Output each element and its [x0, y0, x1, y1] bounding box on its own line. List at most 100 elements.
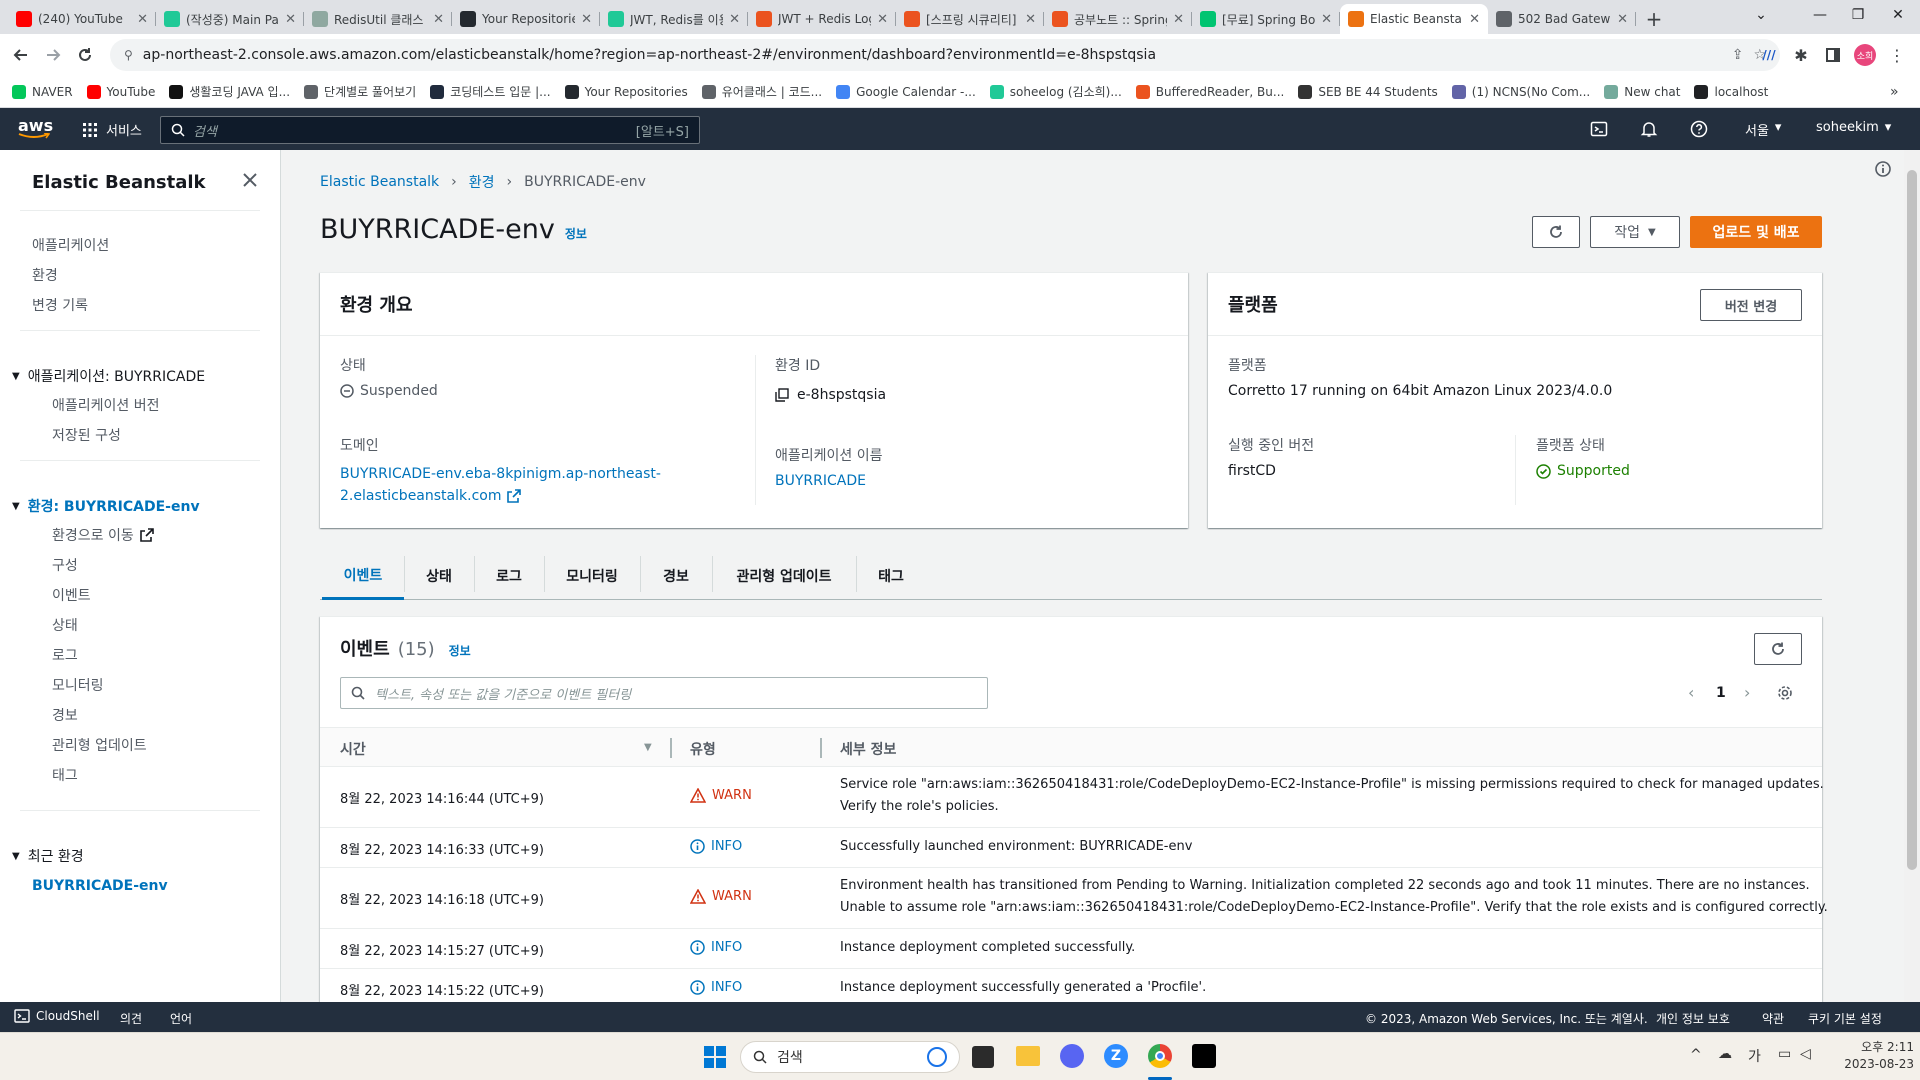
- breadcrumb-link-eb[interactable]: Elastic Beanstalk: [320, 174, 439, 190]
- tab-close-icon[interactable]: ✕: [581, 12, 592, 27]
- tab-close-icon[interactable]: ✕: [1469, 12, 1480, 27]
- discord-icon[interactable]: [1060, 1044, 1084, 1068]
- sidebar-item-go-to-env[interactable]: 환경으로 이동: [52, 525, 154, 545]
- tab-close-icon[interactable]: ✕: [1173, 12, 1184, 27]
- tab-events[interactable]: 이벤트: [322, 552, 404, 600]
- breadcrumb-link-environments[interactable]: 환경: [469, 172, 495, 192]
- tab-alarms[interactable]: 경보: [640, 552, 712, 600]
- tab-close-icon[interactable]: ✕: [433, 12, 444, 27]
- scrollbar[interactable]: [1904, 150, 1920, 1002]
- sidebar-item-app-versions[interactable]: 애플리케이션 버전: [52, 395, 160, 415]
- settings-gear-icon[interactable]: [1776, 684, 1794, 702]
- app-group-toggle[interactable]: ▼ 애플리케이션: BUYRRICADE: [12, 366, 205, 386]
- browser-tab[interactable]: [무료] Spring Boot ✕: [1192, 4, 1340, 34]
- sidebar-item-logs[interactable]: 로그: [52, 645, 78, 665]
- tab-close-icon[interactable]: ✕: [729, 12, 740, 27]
- windows-start-icon[interactable]: [704, 1046, 726, 1068]
- tray-chevron-icon[interactable]: ^: [1690, 1047, 1702, 1063]
- language-link[interactable]: 언어: [170, 1010, 192, 1027]
- browser-tab[interactable]: Elastic Beanstalk ✕: [1340, 4, 1488, 34]
- tab-logs[interactable]: 로그: [474, 552, 544, 600]
- services-menu[interactable]: 서비스: [82, 120, 142, 139]
- ime-indicator[interactable]: 가: [1748, 1046, 1761, 1066]
- bookmark-item[interactable]: 코딩테스트 입문 |...: [430, 83, 551, 100]
- browser-tab[interactable]: 502 Bad Gateway ✕: [1488, 4, 1636, 34]
- share-icon[interactable]: ⇪: [1732, 47, 1744, 63]
- sidebar-item-health[interactable]: 상태: [52, 615, 78, 635]
- bookmark-item[interactable]: BufferedReader, Bu...: [1135, 84, 1284, 99]
- prev-page-icon[interactable]: ‹: [1688, 683, 1694, 702]
- site-info-icon[interactable]: ⚲: [124, 48, 133, 62]
- sidebar-item-monitoring[interactable]: 모니터링: [52, 675, 104, 695]
- close-sidebar-icon[interactable]: [242, 172, 258, 188]
- sidebar-item-saved-configs[interactable]: 저장된 구성: [52, 425, 121, 445]
- tab-close-icon[interactable]: ✕: [877, 12, 888, 27]
- column-resizer[interactable]: [670, 738, 672, 758]
- bookmark-item[interactable]: 생활코딩 JAVA 입...: [169, 83, 290, 100]
- change-version-button[interactable]: 버전 변경: [1700, 289, 1802, 321]
- events-info-link[interactable]: 정보: [449, 642, 471, 659]
- bookmark-item[interactable]: soheelog (김소희)...: [989, 83, 1122, 100]
- sidebar-item-alarms[interactable]: 경보: [52, 705, 78, 725]
- column-type[interactable]: 유형: [690, 739, 716, 759]
- next-page-icon[interactable]: ›: [1744, 683, 1750, 702]
- profile-avatar[interactable]: 소희: [1852, 42, 1878, 68]
- browser-tab[interactable]: RedisUtil 클래스 ✕: [304, 4, 452, 34]
- tab-tags[interactable]: 태그: [856, 552, 926, 600]
- forward-icon[interactable]: [40, 42, 66, 68]
- more-bookmarks-icon[interactable]: »: [1890, 84, 1899, 100]
- column-details[interactable]: 세부 정보: [840, 739, 896, 759]
- sidebar-item-managed-updates[interactable]: 관리형 업데이트: [52, 735, 147, 755]
- recent-group-toggle[interactable]: ▼ 최근 환경: [12, 846, 84, 866]
- bookmark-item[interactable]: NAVER: [12, 84, 73, 99]
- upload-and-deploy-button[interactable]: 업로드 및 배포: [1690, 216, 1822, 248]
- minimize-icon[interactable]: —: [1800, 0, 1840, 30]
- new-tab-icon[interactable]: +: [1636, 4, 1672, 34]
- env-group-toggle[interactable]: ▼ 환경: BUYRRICADE-env: [12, 496, 200, 516]
- sidebar-item-environments[interactable]: 환경: [32, 265, 58, 285]
- region-selector[interactable]: 서울 ▾: [1745, 120, 1781, 139]
- domain-link[interactable]: BUYRRICADE-env.eba-8kpinigm.ap-northeast…: [340, 463, 661, 507]
- terms-link[interactable]: 약관: [1762, 1010, 1784, 1027]
- column-resizer[interactable]: [820, 738, 822, 758]
- network-icon[interactable]: ▭: [1778, 1046, 1791, 1062]
- browser-tab[interactable]: JWT + Redis Logout ✕: [748, 4, 896, 34]
- bookmark-item[interactable]: localhost: [1694, 84, 1768, 99]
- address-bar[interactable]: ⚲ ap-northeast-2.console.aws.amazon.com/…: [110, 39, 1780, 71]
- cloudshell-icon[interactable]: [1590, 120, 1608, 138]
- bookmark-item[interactable]: Google Calendar -...: [836, 84, 976, 99]
- bookmark-item[interactable]: 유어클래스 | 코드...: [701, 83, 822, 100]
- back-icon[interactable]: [8, 42, 34, 68]
- cloudshell-button[interactable]: CloudShell: [14, 1009, 100, 1023]
- copy-icon[interactable]: [775, 388, 789, 402]
- feedback-link[interactable]: 의견: [120, 1010, 142, 1027]
- tab-managed-updates[interactable]: 관리형 업데이트: [712, 552, 856, 600]
- sidebar-item-change-history[interactable]: 변경 기록: [32, 295, 88, 315]
- zoom-icon[interactable]: Z: [1104, 1044, 1128, 1068]
- refresh-button[interactable]: [1532, 216, 1580, 248]
- sidebar-item-tags[interactable]: 태그: [52, 765, 78, 785]
- browser-tab[interactable]: JWT, Redis를 이용 ✕: [600, 4, 748, 34]
- tab-monitoring[interactable]: 모니터링: [544, 552, 640, 600]
- close-window-icon[interactable]: ✕: [1878, 0, 1918, 30]
- browser-menu-icon[interactable]: ⋮: [1884, 42, 1910, 68]
- tab-search-icon[interactable]: ⌄: [1744, 0, 1778, 30]
- restore-icon[interactable]: ❐: [1838, 0, 1878, 30]
- sidebar-item-configuration[interactable]: 구성: [52, 555, 78, 575]
- clock[interactable]: 오후 2:11 2023-08-23: [1834, 1039, 1914, 1073]
- help-icon[interactable]: [1690, 120, 1708, 138]
- tab-close-icon[interactable]: ✕: [1617, 12, 1628, 27]
- aws-search-input[interactable]: 검색 [알트+S]: [160, 116, 700, 144]
- bookmark-item[interactable]: 단계별로 풀어보기: [304, 83, 416, 100]
- cookie-prefs-link[interactable]: 쿠키 기본 설정: [1808, 1010, 1882, 1027]
- actions-dropdown[interactable]: 작업 ▼: [1590, 216, 1680, 248]
- account-menu[interactable]: soheekim ▾: [1816, 120, 1891, 135]
- puzzle-icon[interactable]: ✱: [1788, 42, 1814, 68]
- browser-tab[interactable]: (작성중) Main Page ✕: [156, 4, 304, 34]
- scrollbar-thumb[interactable]: [1907, 170, 1917, 870]
- sidebar-item-applications[interactable]: 애플리케이션: [32, 235, 109, 255]
- volume-icon[interactable]: ◁: [1800, 1046, 1811, 1062]
- page-number[interactable]: 1: [1716, 685, 1726, 701]
- events-refresh-button[interactable]: [1754, 633, 1802, 665]
- bookmark-item[interactable]: Your Repositories: [564, 84, 688, 99]
